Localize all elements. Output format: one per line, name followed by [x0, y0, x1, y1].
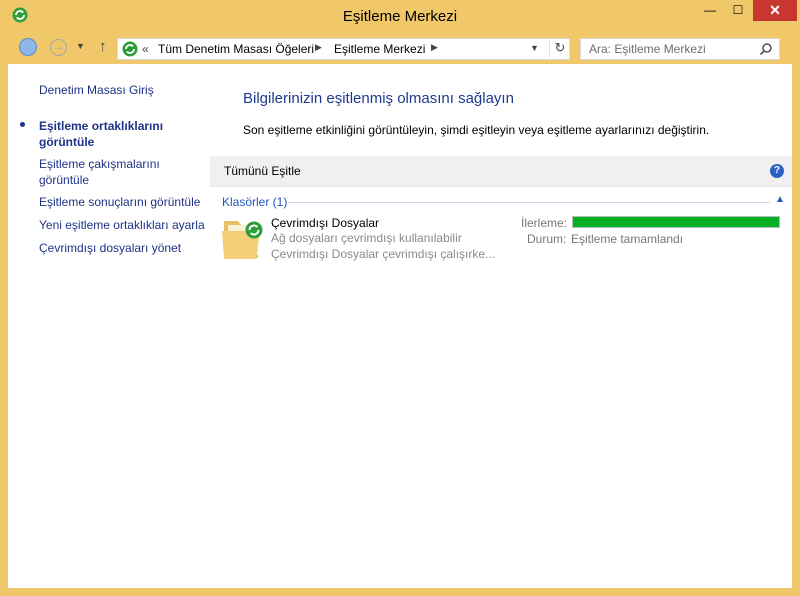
window-title: Eşitleme Merkezi	[342, 8, 458, 25]
breadcrumb-separator[interactable]: ▶	[315, 42, 322, 53]
page-description: Son eşitleme etkinliğini görüntüleyin, ş…	[243, 123, 710, 137]
sidebar-item-setup-partnerships[interactable]: Yeni eşitleme ortaklıkları ayarla	[39, 217, 209, 233]
sync-all-button[interactable]: Tümünü Eşitle	[224, 164, 301, 178]
address-bar[interactable]: « Tüm Denetim Masası Öğeleri ▶ Eşitleme …	[117, 38, 570, 60]
up-button[interactable]: ↑	[99, 38, 107, 55]
breadcrumb-separator[interactable]: ▶	[431, 42, 438, 53]
back-button[interactable]	[19, 38, 37, 56]
group-divider	[288, 202, 770, 203]
window: Eşitleme Merkezi — ☐ ✕ → ▼ ↑ « Tüm Denet…	[0, 0, 800, 596]
content-area: Denetim Masası Giriş Eşitleme ortaklıkla…	[8, 64, 792, 588]
navigation-bar: → ▼ ↑ « Tüm Denetim Masası Öğeleri ▶ Eşi…	[8, 32, 792, 64]
sync-progress-bar	[572, 216, 780, 228]
command-bar: Tümünü Eşitle ?	[210, 156, 792, 187]
sidebar: Denetim Masası Giriş Eşitleme ortaklıkla…	[8, 64, 208, 588]
item-description: Çevrimdışı Dosyalar çevrimdışı çalışırke…	[271, 247, 496, 261]
forward-button[interactable]: →	[50, 39, 67, 56]
sync-center-icon	[122, 41, 138, 57]
close-button[interactable]: ✕	[753, 0, 797, 21]
sidebar-item-view-results[interactable]: Eşitleme sonuçlarını görüntüle	[39, 194, 209, 210]
maximize-button[interactable]: ☐	[724, 0, 752, 21]
refresh-button[interactable]: ↻	[549, 40, 570, 58]
item-title[interactable]: Çevrimdışı Dosyalar	[271, 216, 379, 230]
item-description: Ağ dosyaları çevrimdışı kullanılabilir	[271, 231, 462, 245]
collapse-group-icon[interactable]: ▲	[775, 194, 785, 205]
progress-fill	[573, 217, 779, 227]
breadcrumb-sync-center[interactable]: Eşitleme Merkezi	[334, 42, 425, 56]
help-icon[interactable]: ?	[770, 164, 784, 178]
search-box[interactable]: Ara: Eşitleme Merkezi	[580, 38, 780, 60]
sidebar-item-manage-offline-files[interactable]: Çevrimdışı dosyaları yönet	[39, 240, 209, 256]
active-bullet-icon	[20, 122, 25, 127]
search-placeholder: Ara: Eşitleme Merkezi	[589, 42, 706, 56]
search-icon[interactable]	[759, 42, 773, 56]
minimize-button[interactable]: —	[696, 0, 724, 21]
breadcrumb-control-panel[interactable]: Tüm Denetim Masası Öğeleri	[158, 42, 314, 56]
page-title: Bilgilerinizin eşitlenmiş olmasını sağla…	[243, 90, 514, 107]
address-dropdown[interactable]: ▼	[530, 43, 539, 53]
group-header-folders[interactable]: Klasörler (1)	[222, 195, 287, 209]
progress-label: İlerleme:	[521, 216, 568, 230]
status-label: Durum:	[527, 232, 567, 246]
sidebar-item-view-partnerships[interactable]: Eşitleme ortaklıklarını görüntüle	[39, 118, 179, 150]
sidebar-item-control-panel-home[interactable]: Denetim Masası Giriş	[39, 82, 209, 98]
status-value: Eşitleme tamamlandı	[571, 232, 684, 246]
offline-files-folder-icon[interactable]	[220, 215, 266, 263]
breadcrumb-overflow[interactable]: «	[142, 42, 149, 56]
sidebar-item-view-conflicts[interactable]: Eşitleme çakışmalarını görüntüle	[39, 156, 179, 188]
title-bar[interactable]: Eşitleme Merkezi — ☐ ✕	[0, 0, 800, 32]
recent-locations-dropdown[interactable]: ▼	[76, 41, 85, 51]
